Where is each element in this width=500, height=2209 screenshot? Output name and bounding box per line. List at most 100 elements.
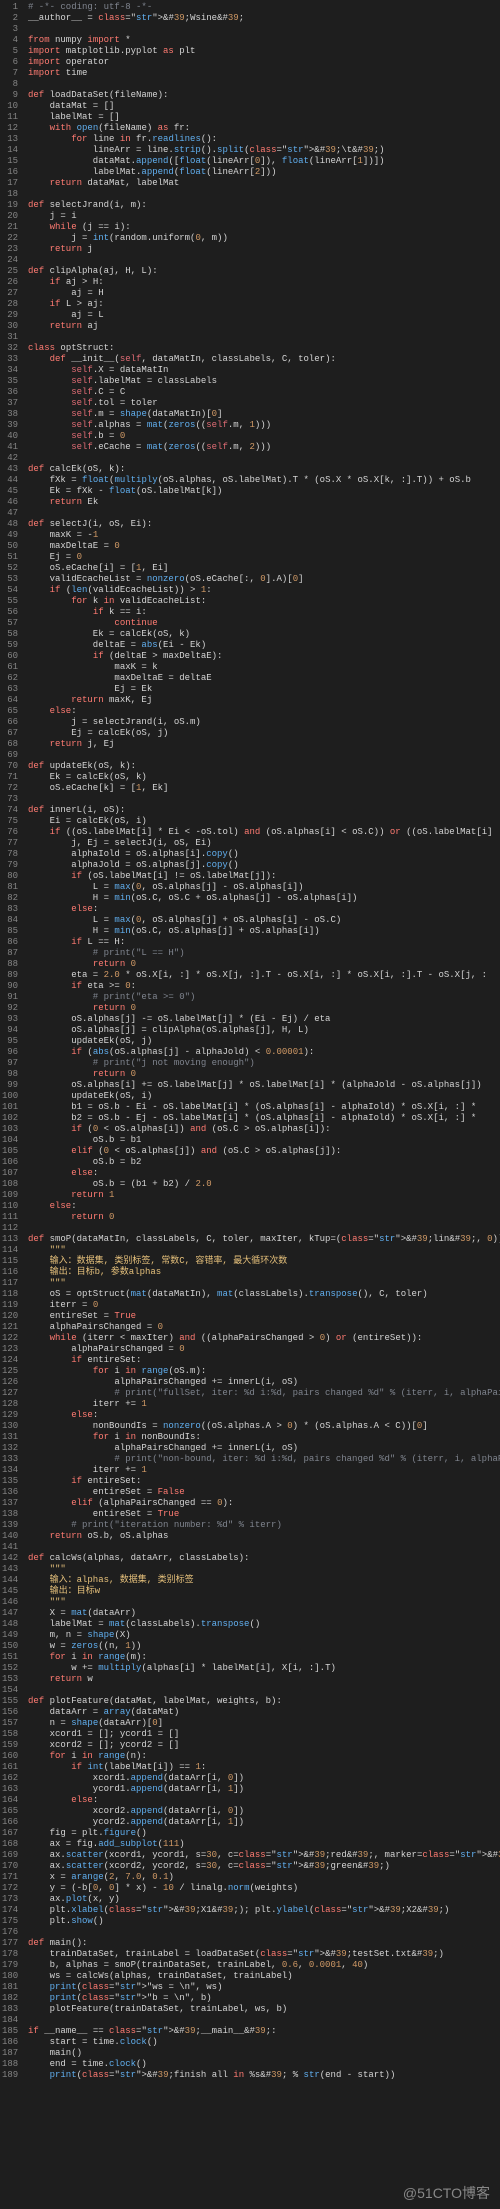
code-line[interactable]: Ek = fXk - float(oS.labelMat[k]) xyxy=(28,486,500,497)
code-line[interactable]: eta = 2.0 * oS.X[i, :] * oS.X[j, :].T - … xyxy=(28,970,500,981)
code-line[interactable]: # print("iteration number: %d" % iterr) xyxy=(28,1520,500,1531)
code-line[interactable]: oS.alphas[j] -= oS.labelMat[j] * (Ei - E… xyxy=(28,1014,500,1025)
code-line[interactable] xyxy=(28,1542,500,1553)
code-line[interactable]: # print("L == H") xyxy=(28,948,500,959)
code-line[interactable]: nonBoundIs = nonzero((oS.alphas.A > 0) *… xyxy=(28,1421,500,1432)
code-line[interactable]: ycord2.append(dataArr[i, 1]) xyxy=(28,1817,500,1828)
code-editor[interactable]: 1234567891011121314151617181920212223242… xyxy=(0,0,500,2083)
code-line[interactable]: self.alphas = mat(zeros((self.m, 1))) xyxy=(28,420,500,431)
code-line[interactable]: else: xyxy=(28,904,500,915)
code-line[interactable]: ycord1.append(dataArr[i, 1]) xyxy=(28,1784,500,1795)
code-line[interactable]: """ xyxy=(28,1597,500,1608)
code-line[interactable]: j = int(random.uniform(0, m)) xyxy=(28,233,500,244)
code-line[interactable]: iterr = 0 xyxy=(28,1300,500,1311)
code-line[interactable]: plt.xlabel(class="str">&#39;X1&#39;); pl… xyxy=(28,1905,500,1916)
code-line[interactable] xyxy=(28,24,500,35)
code-line[interactable]: import matplotlib.pyplot as plt xyxy=(28,46,500,57)
code-line[interactable]: updateEk(oS, j) xyxy=(28,1036,500,1047)
code-line[interactable]: entireSet = True xyxy=(28,1509,500,1520)
code-line[interactable]: x = arange(2, 7.0, 0.1) xyxy=(28,1872,500,1883)
code-line[interactable]: labelMat = [] xyxy=(28,112,500,123)
code-line[interactable]: ax = fig.add_subplot(111) xyxy=(28,1839,500,1850)
code-line[interactable]: class optStruct: xyxy=(28,343,500,354)
code-line[interactable]: for line in fr.readlines(): xyxy=(28,134,500,145)
code-line[interactable]: return 0 xyxy=(28,1003,500,1014)
code-line[interactable]: alphaPairsChanged = 0 xyxy=(28,1344,500,1355)
code-line[interactable]: def clipAlpha(aj, H, L): xyxy=(28,266,500,277)
code-line[interactable]: alphaIold = oS.alphas[i].copy() xyxy=(28,849,500,860)
code-line[interactable]: 输出：目标w xyxy=(28,1586,500,1597)
code-line[interactable]: return dataMat, labelMat xyxy=(28,178,500,189)
code-line[interactable]: def selectJrand(i, m): xyxy=(28,200,500,211)
code-line[interactable]: import time xyxy=(28,68,500,79)
code-line[interactable]: return 1 xyxy=(28,1190,500,1201)
code-line[interactable]: 输入：数据集, 类别标签, 常数C, 容错率, 最大循环次数 xyxy=(28,1256,500,1267)
code-line[interactable]: start = time.clock() xyxy=(28,2037,500,2048)
code-line[interactable]: H = min(oS.C, oS.C + oS.alphas[j] - oS.a… xyxy=(28,893,500,904)
code-line[interactable]: else: xyxy=(28,1795,500,1806)
code-line[interactable]: dataMat.append([float(lineArr[0]), float… xyxy=(28,156,500,167)
code-line[interactable]: xcord1.append(dataArr[i, 0]) xyxy=(28,1773,500,1784)
code-line[interactable]: if (0 < oS.alphas[i]) and (oS.C > oS.alp… xyxy=(28,1124,500,1135)
code-line[interactable]: for i in range(m): xyxy=(28,1652,500,1663)
code-line[interactable]: if (abs(oS.alphas[j] - alphaJold) < 0.00… xyxy=(28,1047,500,1058)
code-line[interactable]: alphaPairsChanged = 0 xyxy=(28,1322,500,1333)
code-line[interactable]: """ xyxy=(28,1245,500,1256)
code-line[interactable] xyxy=(28,508,500,519)
code-line[interactable]: 输入：alphas, 数据集, 类别标签 xyxy=(28,1575,500,1586)
code-line[interactable]: def updateEk(oS, k): xyxy=(28,761,500,772)
code-line[interactable]: else: xyxy=(28,1168,500,1179)
code-line[interactable]: deltaE = abs(Ei - Ek) xyxy=(28,640,500,651)
code-line[interactable]: w = zeros((n, 1)) xyxy=(28,1641,500,1652)
code-line[interactable]: if (len(validEcacheList)) > 1: xyxy=(28,585,500,596)
code-line[interactable]: oS.eCache[k] = [1, Ek] xyxy=(28,783,500,794)
code-line[interactable]: xcord2 = []; ycord2 = [] xyxy=(28,1740,500,1751)
code-line[interactable]: maxK = k xyxy=(28,662,500,673)
code-line[interactable]: return 0 xyxy=(28,1212,500,1223)
code-line[interactable] xyxy=(28,1927,500,1938)
code-line[interactable]: oS.b = (b1 + b2) / 2.0 xyxy=(28,1179,500,1190)
code-line[interactable]: ax.plot(x, y) xyxy=(28,1894,500,1905)
code-line[interactable]: return aj xyxy=(28,321,500,332)
code-line[interactable]: oS.b = b1 xyxy=(28,1135,500,1146)
code-line[interactable]: self.tol = toler xyxy=(28,398,500,409)
code-line[interactable]: return Ek xyxy=(28,497,500,508)
code-line[interactable]: while (iterr < maxIter) and ((alphaPairs… xyxy=(28,1333,500,1344)
code-line[interactable]: validEcacheList = nonzero(oS.eCache[:, 0… xyxy=(28,574,500,585)
code-line[interactable]: b, alphas = smoP(trainDataSet, trainLabe… xyxy=(28,1960,500,1971)
code-line[interactable]: elif (0 < oS.alphas[j]) and (oS.C > oS.a… xyxy=(28,1146,500,1157)
code-line[interactable]: return 0 xyxy=(28,959,500,970)
code-line[interactable]: j = selectJrand(i, oS.m) xyxy=(28,717,500,728)
code-line[interactable]: return maxK, Ej xyxy=(28,695,500,706)
code-line[interactable]: for i in range(n): xyxy=(28,1751,500,1762)
code-line[interactable]: w += multiply(alphas[i] * labelMat[i], X… xyxy=(28,1663,500,1674)
code-line[interactable]: j = i xyxy=(28,211,500,222)
code-line[interactable]: return j xyxy=(28,244,500,255)
code-line[interactable]: trainDataSet, trainLabel = loadDataSet(c… xyxy=(28,1949,500,1960)
code-line[interactable]: b1 = oS.b - Ei - oS.labelMat[i] * (oS.al… xyxy=(28,1102,500,1113)
code-line[interactable]: Ej = 0 xyxy=(28,552,500,563)
code-line[interactable]: Ek = calcEk(oS, k) xyxy=(28,772,500,783)
code-line[interactable]: def loadDataSet(fileName): xyxy=(28,90,500,101)
code-line[interactable]: ws = calcWs(alphas, trainDataSet, trainL… xyxy=(28,1971,500,1982)
code-line[interactable] xyxy=(28,1223,500,1234)
code-line[interactable]: self.b = 0 xyxy=(28,431,500,442)
code-line[interactable]: maxDeltaE = deltaE xyxy=(28,673,500,684)
code-line[interactable]: L = max(0, oS.alphas[j] + oS.alphas[i] -… xyxy=(28,915,500,926)
code-line[interactable] xyxy=(28,453,500,464)
code-line[interactable]: if entireSet: xyxy=(28,1476,500,1487)
code-line[interactable]: self.C = C xyxy=(28,387,500,398)
code-line[interactable]: aj = L xyxy=(28,310,500,321)
code-line[interactable]: if (oS.labelMat[i] != oS.labelMat[j]): xyxy=(28,871,500,882)
code-line[interactable]: def calcWs(alphas, dataArr, classLabels)… xyxy=(28,1553,500,1564)
code-line[interactable]: n = shape(dataArr)[0] xyxy=(28,1718,500,1729)
code-line[interactable]: ax.scatter(xcord1, ycord1, s=30, c=class… xyxy=(28,1850,500,1861)
code-line[interactable]: H = min(oS.C, oS.alphas[j] + oS.alphas[i… xyxy=(28,926,500,937)
code-line[interactable]: import operator xyxy=(28,57,500,68)
code-line[interactable]: dataArr = array(dataMat) xyxy=(28,1707,500,1718)
code-line[interactable]: if __name__ == class="str">&#39;__main__… xyxy=(28,2026,500,2037)
code-line[interactable]: return oS.b, oS.alphas xyxy=(28,1531,500,1542)
code-line[interactable]: entireSet = False xyxy=(28,1487,500,1498)
code-line[interactable] xyxy=(28,2015,500,2026)
code-line[interactable]: aj = H xyxy=(28,288,500,299)
